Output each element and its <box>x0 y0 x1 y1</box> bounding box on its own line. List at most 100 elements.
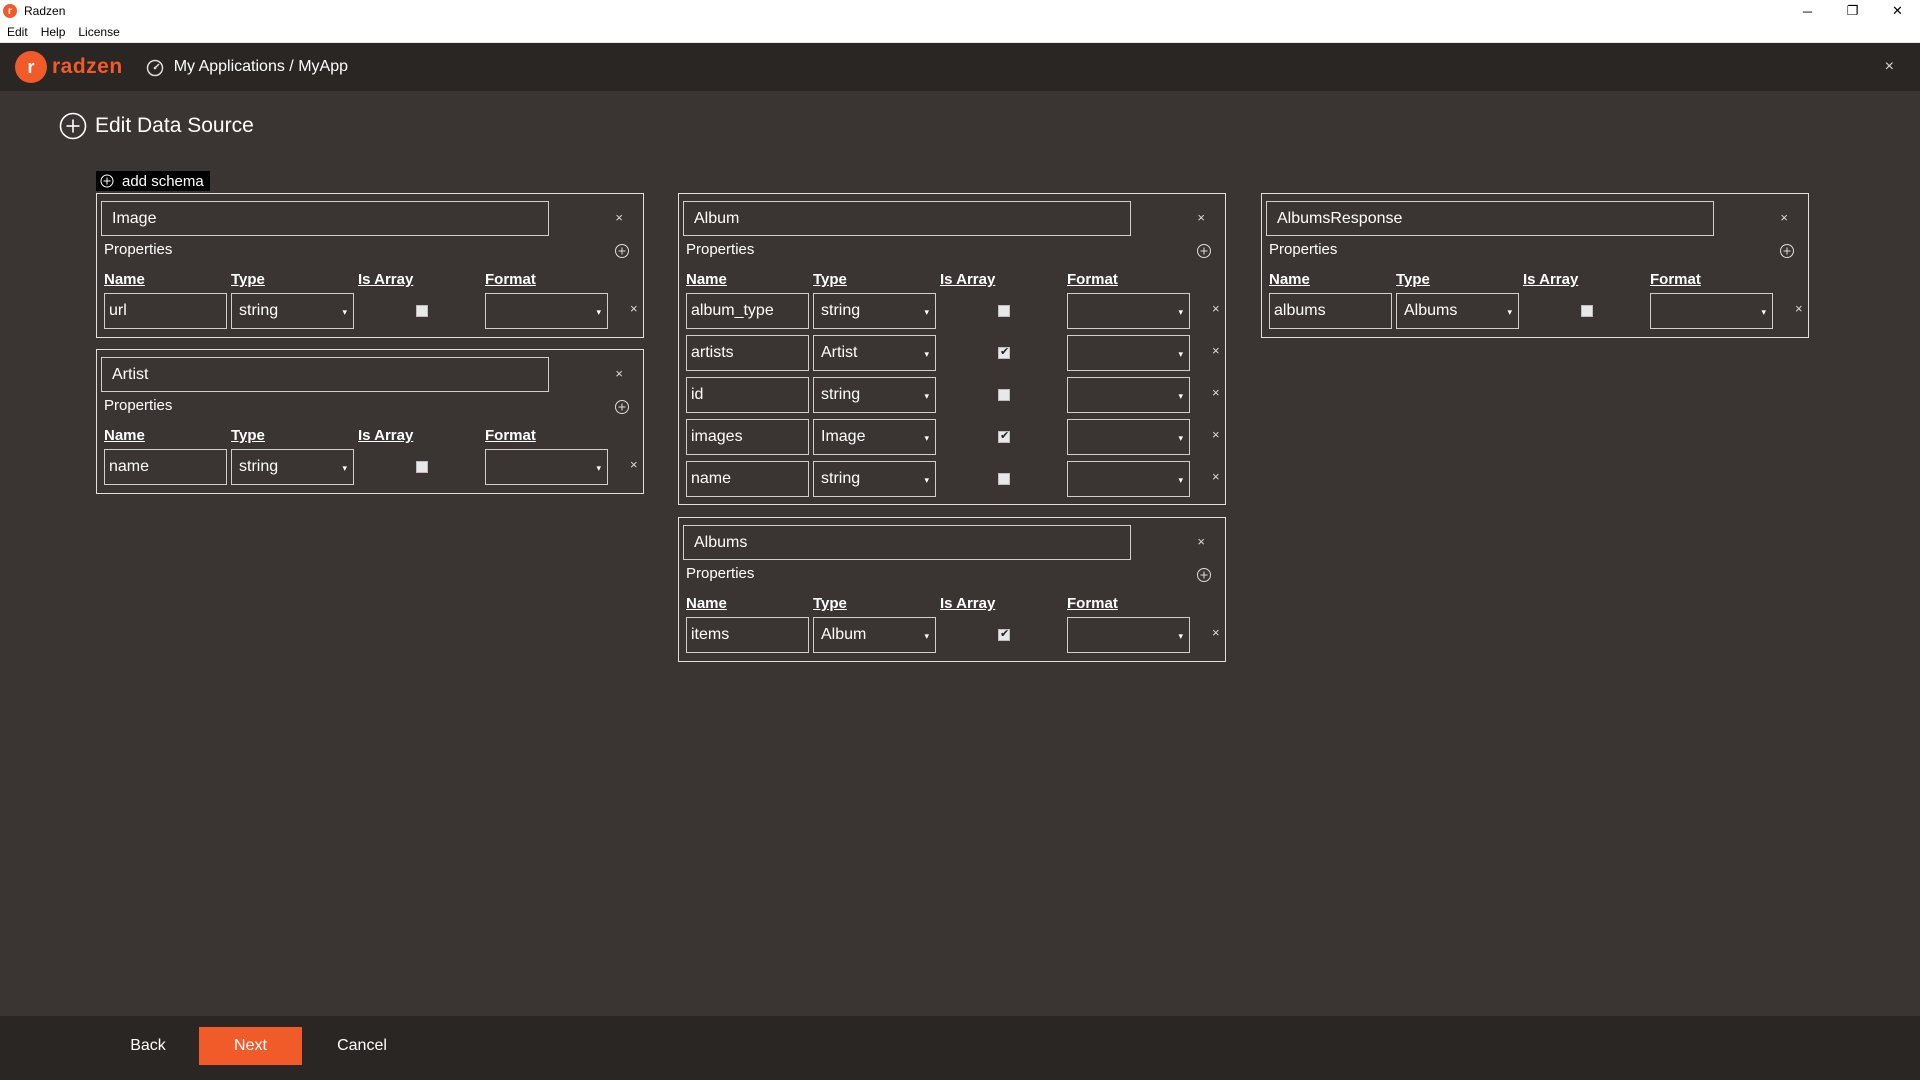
property-row: string ▾ ▾ × <box>104 449 644 485</box>
column-header-is-array: Is Array <box>940 595 996 612</box>
is-array-checkbox[interactable] <box>998 345 1010 359</box>
add-property-icon[interactable] <box>614 243 630 259</box>
schema-panel-artist: × Properties Name Type Is Array Format s… <box>96 349 644 494</box>
property-name-input[interactable] <box>686 293 809 329</box>
window-controls: ─ ❐ ✕ <box>1785 0 1920 22</box>
add-property-icon[interactable] <box>1196 567 1212 583</box>
property-type-select[interactable]: Album ▾ <box>813 617 936 653</box>
property-name-input[interactable] <box>686 377 809 413</box>
property-type-select[interactable]: Image ▾ <box>813 419 936 455</box>
property-format-select[interactable]: ▾ <box>1067 335 1190 371</box>
is-array-checkbox[interactable] <box>998 305 1010 317</box>
property-row: Artist ▾ ▾ × <box>686 335 1226 371</box>
property-format-select[interactable]: ▾ <box>1067 377 1190 413</box>
breadcrumb[interactable]: My Applications / MyApp <box>145 57 348 77</box>
dropdown-caret-icon: ▾ <box>924 433 929 443</box>
add-schema-button[interactable]: add schema <box>96 171 210 191</box>
delete-property-icon[interactable]: × <box>1212 625 1220 640</box>
properties-label: Properties <box>1269 241 1338 258</box>
property-type-value: string <box>239 458 279 475</box>
header-close-icon[interactable]: × <box>1885 43 1894 91</box>
column-header-type: Type <box>231 271 265 288</box>
schema-panel-albums: × Properties Name Type Is Array Format A… <box>678 517 1226 662</box>
dropdown-caret-icon: ▾ <box>342 463 347 473</box>
add-circle-icon <box>100 174 114 188</box>
property-format-select[interactable]: ▾ <box>1650 293 1773 329</box>
delete-property-icon[interactable]: × <box>1795 301 1803 316</box>
property-name-input[interactable] <box>104 449 227 485</box>
dropdown-caret-icon: ▾ <box>924 307 929 317</box>
is-array-checkbox[interactable] <box>998 473 1010 485</box>
schema-panel-albumsresponse: × Properties Name Type Is Array Format A… <box>1261 193 1809 338</box>
property-format-select[interactable]: ▾ <box>1067 419 1190 455</box>
delete-schema-icon[interactable]: × <box>615 366 623 381</box>
property-type-select[interactable]: Artist ▾ <box>813 335 936 371</box>
property-type-select[interactable]: string ▾ <box>813 377 936 413</box>
menu-item-license[interactable]: License <box>71 25 125 39</box>
property-type-select[interactable]: string ▾ <box>231 449 354 485</box>
column-header-type: Type <box>813 271 847 288</box>
delete-property-icon[interactable]: × <box>1212 427 1220 442</box>
delete-property-icon[interactable]: × <box>630 457 638 472</box>
schema-name-input[interactable] <box>1266 201 1714 236</box>
property-name-input[interactable] <box>686 461 809 497</box>
delete-property-icon[interactable]: × <box>1212 385 1220 400</box>
property-type-value: Artist <box>821 344 858 361</box>
property-format-select[interactable]: ▾ <box>1067 461 1190 497</box>
radzen-logo[interactable]: r radzen <box>15 51 123 83</box>
property-name-input[interactable] <box>1269 293 1392 329</box>
add-property-icon[interactable] <box>1196 243 1212 259</box>
delete-property-icon[interactable]: × <box>1212 469 1220 484</box>
window-close-icon[interactable]: ✕ <box>1875 0 1920 22</box>
property-format-select[interactable]: ▾ <box>485 449 608 485</box>
back-button[interactable]: Back <box>118 1027 178 1065</box>
is-array-checkbox[interactable] <box>416 461 428 473</box>
column-header-type: Type <box>231 427 265 444</box>
minimize-icon[interactable]: ─ <box>1785 0 1830 22</box>
property-type-value: string <box>821 470 861 487</box>
delete-schema-icon[interactable]: × <box>1197 210 1205 225</box>
add-property-icon[interactable] <box>614 399 630 415</box>
delete-schema-icon[interactable]: × <box>1780 210 1788 225</box>
property-name-input[interactable] <box>686 419 809 455</box>
property-name-input[interactable] <box>686 335 809 371</box>
property-type-value: Albums <box>1404 302 1458 319</box>
delete-property-icon[interactable]: × <box>1212 343 1220 358</box>
property-type-value: Image <box>821 428 866 445</box>
column-header-name: Name <box>686 271 727 288</box>
property-format-select[interactable]: ▾ <box>1067 293 1190 329</box>
schema-name-input[interactable] <box>101 201 549 236</box>
restore-icon[interactable]: ❐ <box>1830 0 1875 22</box>
delete-schema-icon[interactable]: × <box>615 210 623 225</box>
next-button[interactable]: Next <box>199 1027 302 1065</box>
is-array-checkbox[interactable] <box>998 389 1010 401</box>
property-row: Album ▾ ▾ × <box>686 617 1226 653</box>
delete-property-icon[interactable]: × <box>1212 301 1220 316</box>
is-array-checkbox[interactable] <box>998 627 1010 641</box>
is-array-checkbox[interactable] <box>1581 305 1593 317</box>
property-type-value: string <box>821 302 861 319</box>
property-format-select[interactable]: ▾ <box>485 293 608 329</box>
properties-label: Properties <box>104 241 173 258</box>
schema-name-input[interactable] <box>683 201 1131 236</box>
property-type-select[interactable]: string ▾ <box>813 461 936 497</box>
menu-item-help[interactable]: Help <box>34 25 72 39</box>
property-name-input[interactable] <box>104 293 227 329</box>
window-title: Radzen <box>24 4 66 18</box>
property-type-select[interactable]: Albums ▾ <box>1396 293 1519 329</box>
schema-name-input[interactable] <box>683 525 1131 560</box>
delete-property-icon[interactable]: × <box>630 301 638 316</box>
add-property-icon[interactable] <box>1779 243 1795 259</box>
property-type-select[interactable]: string ▾ <box>231 293 354 329</box>
menu-item-edit[interactable]: Edit <box>0 25 34 39</box>
schema-name-input[interactable] <box>101 357 549 392</box>
properties-label: Properties <box>104 397 173 414</box>
property-name-input[interactable] <box>686 617 809 653</box>
delete-schema-icon[interactable]: × <box>1197 534 1205 549</box>
property-type-select[interactable]: string ▾ <box>813 293 936 329</box>
cancel-button[interactable]: Cancel <box>332 1027 392 1065</box>
property-format-select[interactable]: ▾ <box>1067 617 1190 653</box>
is-array-checkbox[interactable] <box>416 305 428 317</box>
property-row: string ▾ ▾ × <box>104 293 644 329</box>
is-array-checkbox[interactable] <box>998 429 1010 443</box>
